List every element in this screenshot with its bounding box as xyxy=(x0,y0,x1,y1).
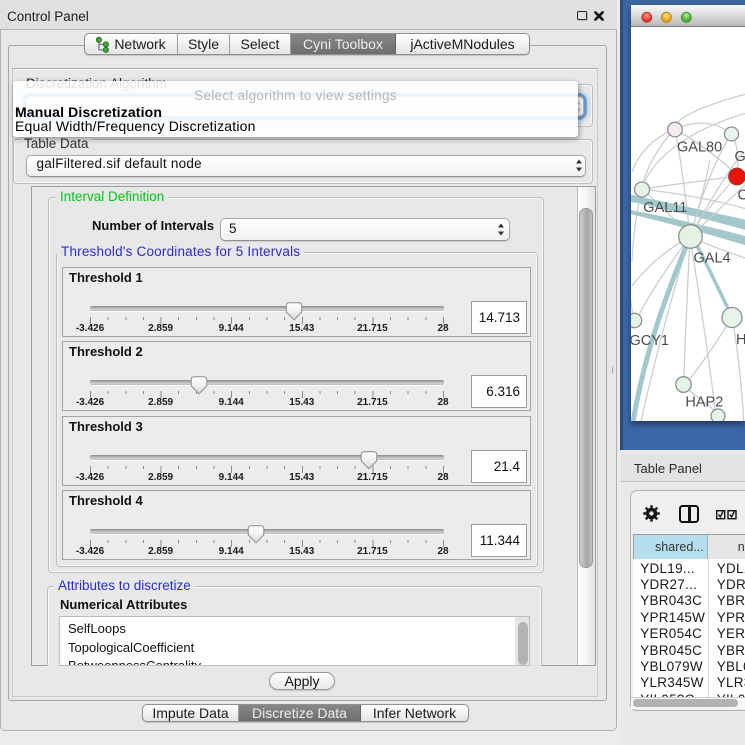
svg-text:HIS4: HIS4 xyxy=(736,332,745,348)
svg-text:CYC1: CYC1 xyxy=(738,188,745,204)
svg-text:HAP2: HAP2 xyxy=(685,395,723,411)
svg-text:GAL11: GAL11 xyxy=(643,200,687,216)
svg-text:GCY1: GCY1 xyxy=(631,333,669,349)
svg-text:GAL80: GAL80 xyxy=(677,140,722,156)
svg-text:GAL4: GAL4 xyxy=(694,251,731,267)
svg-text:GAL7: GAL7 xyxy=(735,149,745,165)
